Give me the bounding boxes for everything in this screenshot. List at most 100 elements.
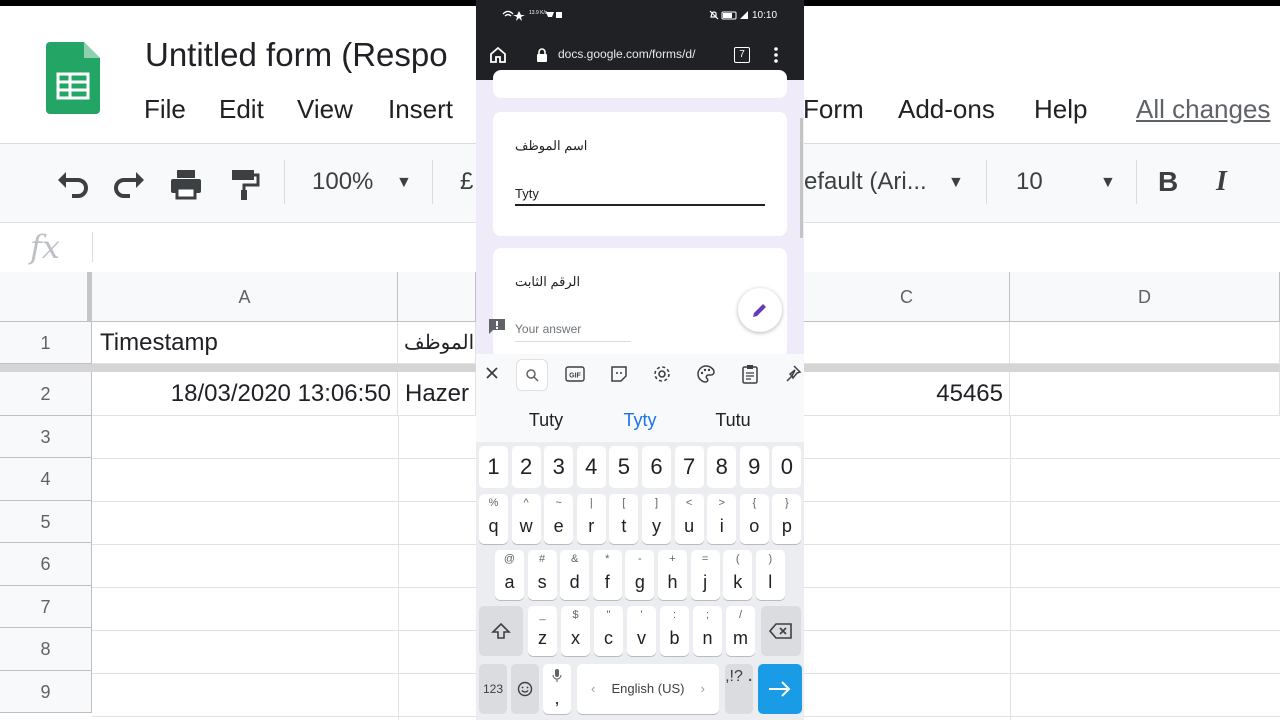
theme-palette-icon[interactable]	[696, 364, 716, 384]
row-header-1[interactable]: 1	[0, 322, 92, 364]
row-header-7[interactable]: 7	[0, 586, 92, 628]
key-z[interactable]: _ z	[528, 606, 557, 656]
currency-format-button[interactable]: £	[460, 168, 473, 196]
row-header-2[interactable]: 2	[0, 372, 92, 416]
column-header-b[interactable]	[398, 272, 476, 322]
home-icon[interactable]	[488, 45, 508, 65]
pin-icon[interactable]	[784, 364, 802, 384]
undo-icon[interactable]	[54, 166, 90, 202]
backspace-key[interactable]	[761, 606, 801, 656]
key-8[interactable]: 8	[707, 446, 737, 488]
key-6[interactable]: 6	[642, 446, 671, 488]
more-options-icon[interactable]	[772, 46, 780, 64]
suggestion-2[interactable]: Tyty	[590, 410, 690, 431]
redo-icon[interactable]	[112, 166, 148, 202]
select-all-corner[interactable]	[0, 272, 92, 322]
key-h[interactable]: + h	[658, 550, 687, 600]
symbols-key[interactable]: 123	[479, 664, 507, 714]
empty-cells-left[interactable]	[92, 416, 476, 720]
url-field[interactable]: docs.google.com/forms/d/	[558, 47, 695, 61]
scrollbar[interactable]	[800, 118, 803, 238]
column-header-a[interactable]: A	[92, 272, 398, 322]
key-t[interactable]: [t	[609, 494, 639, 544]
shift-key[interactable]	[479, 606, 523, 656]
save-status-link[interactable]: All changes	[1136, 94, 1270, 125]
key-a[interactable]: @ a	[495, 550, 524, 600]
paint-format-icon[interactable]	[226, 166, 262, 202]
row-header-3[interactable]: 3	[0, 416, 92, 458]
key-p[interactable]: } p	[772, 494, 802, 544]
key-c[interactable]: " c	[594, 606, 623, 656]
key-k[interactable]: (k	[723, 550, 753, 600]
key-y[interactable]: ] y	[642, 494, 671, 544]
key-m[interactable]: / m	[726, 606, 755, 656]
key-e[interactable]: ~ e	[544, 494, 574, 544]
key-4[interactable]: 4	[576, 446, 606, 488]
column-header-c[interactable]: C	[804, 272, 1010, 322]
bold-button[interactable]: B	[1158, 166, 1178, 198]
cell-b2[interactable]: Hazer	[398, 372, 476, 416]
key-i[interactable]: > i	[707, 494, 737, 544]
emoji-key[interactable]	[511, 664, 539, 714]
row-header-9[interactable]: 9	[0, 671, 92, 713]
key-f[interactable]: * f	[592, 550, 622, 600]
document-title[interactable]: Untitled form (Respo	[145, 36, 448, 74]
row-header-8[interactable]: 8	[0, 628, 92, 671]
menu-help[interactable]: Help	[1034, 94, 1087, 125]
row-header-4[interactable]: 4	[0, 458, 92, 501]
row-header-6[interactable]: 6	[0, 543, 92, 586]
key-j[interactable]: = j	[690, 550, 720, 600]
key-r[interactable]: | r	[576, 494, 606, 544]
key-n[interactable]: ; n	[693, 606, 722, 656]
key-d[interactable]: & d	[560, 550, 590, 600]
gif-icon[interactable]: GIF	[565, 365, 585, 383]
key-q[interactable]: % q	[479, 494, 508, 544]
period-key[interactable]: ,!? .	[725, 664, 753, 714]
key-x[interactable]: $ x	[561, 606, 590, 656]
column-header-d[interactable]: D	[1010, 272, 1280, 322]
font-size-dropdown-arrow-icon[interactable]: ▼	[1100, 174, 1116, 192]
suggestion-3[interactable]: Tutu	[683, 410, 783, 431]
key-1[interactable]: 1	[479, 446, 508, 488]
comma-key[interactable]: ,	[543, 664, 571, 714]
lock-icon[interactable]	[536, 48, 548, 62]
answer-input[interactable]: Tyty	[515, 186, 539, 201]
key-7[interactable]: 7	[674, 446, 704, 488]
empty-cells-right[interactable]	[804, 416, 1280, 720]
key-3[interactable]: 3	[544, 446, 574, 488]
answer-input-placeholder[interactable]: Your answer	[515, 322, 581, 336]
keyboard-search-button[interactable]	[516, 359, 548, 391]
cell-d1[interactable]	[1010, 322, 1280, 364]
zoom-dropdown-arrow-icon[interactable]: ▼	[396, 174, 412, 192]
zoom-select[interactable]: 100%	[312, 168, 373, 196]
print-icon[interactable]	[168, 166, 204, 202]
key-v[interactable]: ' v	[627, 606, 656, 656]
menu-form[interactable]: Form	[803, 94, 864, 125]
menu-file[interactable]: File	[144, 94, 186, 125]
key-g[interactable]: -g	[625, 550, 655, 600]
suggestion-1[interactable]: Tuty	[496, 410, 596, 431]
tab-switcher-button[interactable]: 7	[734, 47, 750, 63]
key-2[interactable]: 2	[511, 446, 541, 488]
report-icon[interactable]	[488, 318, 506, 334]
row-header-5[interactable]: 5	[0, 501, 92, 543]
clipboard-icon[interactable]	[741, 364, 759, 384]
font-dropdown-arrow-icon[interactable]: ▼	[948, 174, 964, 192]
font-size-select[interactable]: 10	[1016, 168, 1043, 196]
key-9[interactable]: 9	[739, 446, 769, 488]
font-family-select[interactable]: efault (Ari...	[804, 168, 927, 196]
settings-gear-icon[interactable]	[652, 364, 672, 384]
cell-c2[interactable]: 45465	[804, 372, 1010, 416]
cell-a1[interactable]: Timestamp	[92, 322, 398, 364]
edit-fab-button[interactable]	[738, 288, 782, 332]
key-l[interactable]: ) l	[755, 550, 785, 600]
close-icon[interactable]	[484, 365, 500, 381]
key-0[interactable]: 0	[772, 446, 802, 488]
menu-addons[interactable]: Add-ons	[898, 94, 995, 125]
menu-insert[interactable]: Insert	[388, 94, 453, 125]
cell-c1[interactable]	[804, 322, 1010, 364]
key-u[interactable]: < u	[674, 494, 704, 544]
menu-edit[interactable]: Edit	[219, 94, 264, 125]
key-w[interactable]: ^ w	[511, 494, 541, 544]
sticker-icon[interactable]	[609, 364, 629, 384]
